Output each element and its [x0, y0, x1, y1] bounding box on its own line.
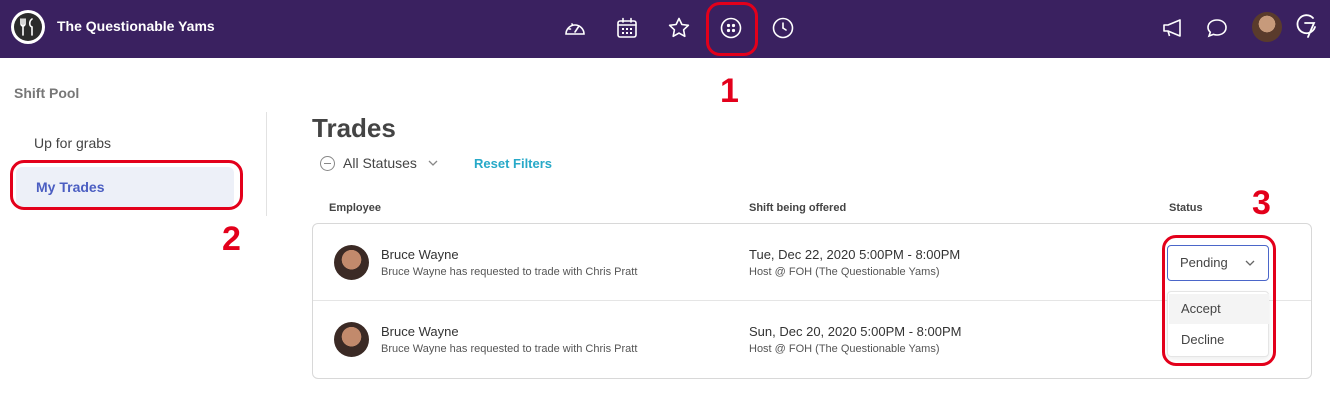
column-header-shift: Shift being offered [749, 202, 847, 214]
annotation-number-1: 1 [720, 72, 739, 110]
employee-avatar [334, 322, 369, 357]
annotation-number-3: 3 [1252, 184, 1271, 222]
annotation-box-1 [706, 2, 758, 56]
chevron-down-icon [428, 160, 438, 166]
shift-location: Host @ FOH (The Questionable Yams) [749, 343, 940, 355]
page-title: Trades [312, 113, 396, 143]
employee-name: Bruce Wayne [381, 247, 459, 262]
top-navigation-bar: The Questionable Yams [0, 0, 1330, 58]
clock-icon[interactable] [770, 15, 796, 41]
status-filter-dropdown[interactable]: All Statuses [320, 155, 439, 171]
chat-icon[interactable] [1204, 15, 1230, 41]
sidebar-item-up-for-grabs[interactable]: Up for grabs [14, 123, 234, 163]
trade-request-detail: Bruce Wayne has requested to trade with … [381, 266, 638, 278]
trade-request-detail: Bruce Wayne has requested to trade with … [381, 343, 638, 355]
annotation-box-3 [1162, 235, 1276, 366]
shift-time: Sun, Dec 20, 2020 5:00PM - 8:00PM [749, 324, 962, 339]
annotation-number-2: 2 [222, 220, 241, 258]
dashboard-icon[interactable] [562, 15, 588, 41]
sidebar-item-label: Up for grabs [34, 135, 112, 151]
annotation-box-2 [10, 160, 243, 210]
sidebar-divider [266, 112, 267, 216]
sidebar-title: Shift Pool [14, 85, 80, 101]
shift-location: Host @ FOH (The Questionable Yams) [749, 266, 940, 278]
reset-filters-link[interactable]: Reset Filters [474, 156, 552, 171]
star-icon[interactable] [666, 15, 692, 41]
calendar-icon[interactable] [614, 15, 640, 41]
restaurant-name[interactable]: The Questionable Yams [57, 18, 215, 34]
megaphone-icon[interactable] [1160, 15, 1186, 41]
user-avatar[interactable] [1252, 12, 1282, 42]
employee-name: Bruce Wayne [381, 324, 459, 339]
restaurant-logo[interactable] [11, 10, 45, 44]
shift-time: Tue, Dec 22, 2020 5:00PM - 8:00PM [749, 247, 961, 262]
employee-avatar [334, 245, 369, 280]
brand-g7-icon[interactable] [1294, 11, 1320, 41]
column-header-status: Status [1169, 202, 1203, 214]
column-header-employee: Employee [329, 202, 381, 214]
minus-circle-icon [320, 155, 335, 171]
status-filter-label: All Statuses [343, 155, 417, 171]
